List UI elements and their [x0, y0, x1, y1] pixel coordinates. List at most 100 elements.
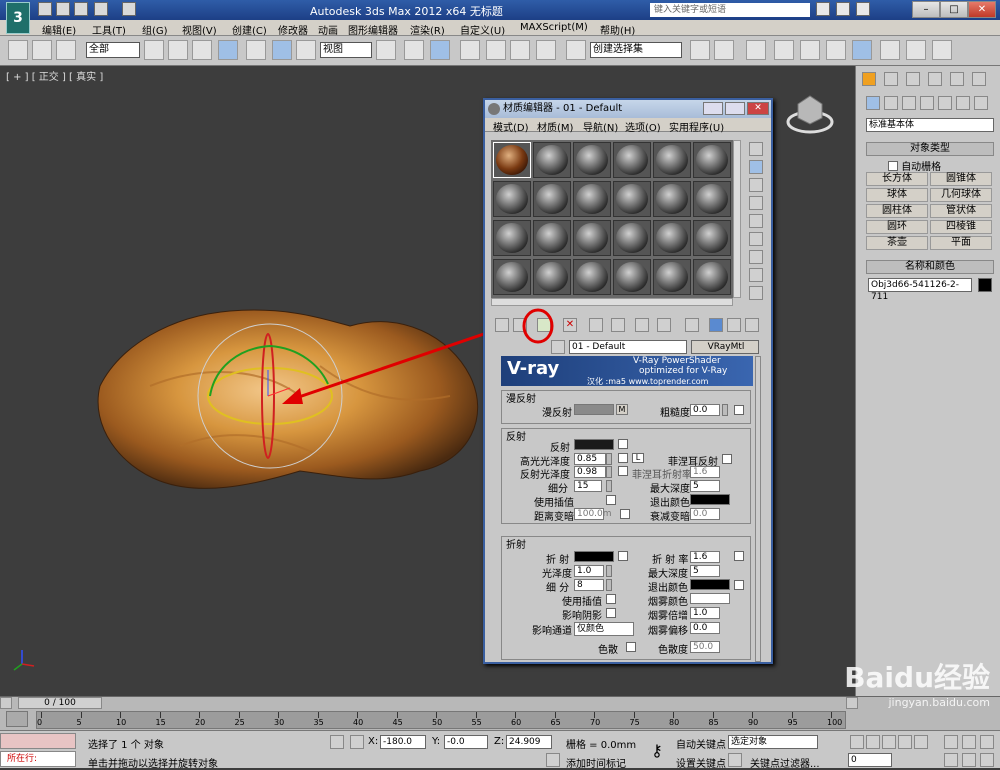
- material-sample-slot[interactable]: [493, 181, 531, 217]
- search-icon[interactable]: [816, 2, 830, 16]
- material-map-navigator-icon[interactable]: [749, 286, 763, 300]
- refl-gloss-map-button[interactable]: [618, 466, 628, 476]
- material-sample-slot[interactable]: [653, 259, 691, 295]
- rotate-icon[interactable]: [272, 40, 292, 60]
- material-sample-slot[interactable]: [693, 181, 731, 217]
- material-sample-slot[interactable]: [613, 142, 651, 178]
- create-tab-icon[interactable]: [862, 72, 876, 86]
- shapes-icon[interactable]: [884, 96, 898, 110]
- backlight-icon[interactable]: [749, 160, 763, 174]
- menu-maxscript[interactable]: MAXScript(M): [520, 22, 588, 33]
- show-end-result-icon[interactable]: [685, 318, 699, 332]
- cylinder-button[interactable]: 圆柱体: [866, 204, 928, 218]
- select-object-icon[interactable]: [144, 40, 164, 60]
- refr-use-interp-checkbox[interactable]: [606, 594, 616, 604]
- go-forward-sibling-icon[interactable]: [727, 318, 741, 332]
- previous-frame-icon[interactable]: [866, 735, 880, 749]
- move-icon[interactable]: [246, 40, 266, 60]
- menu-views[interactable]: 视图(V): [182, 22, 217, 37]
- menu-customize[interactable]: 自定义(U): [460, 22, 505, 37]
- go-to-parent-icon[interactable]: [709, 318, 723, 332]
- selection-lock-icon[interactable]: [330, 735, 344, 749]
- select-by-name-icon[interactable]: [168, 40, 188, 60]
- menu-tools[interactable]: 工具(T): [92, 22, 126, 37]
- menu-graph-editors[interactable]: 图形编辑器: [348, 22, 398, 37]
- play-icon[interactable]: [882, 735, 896, 749]
- material-sample-slot[interactable]: [493, 220, 531, 256]
- show-map-in-viewport-icon[interactable]: [657, 318, 671, 332]
- menu-help[interactable]: 帮助(H): [600, 22, 635, 37]
- name-color-header[interactable]: 名称和颜色: [866, 260, 994, 274]
- open-file-icon[interactable]: [56, 2, 70, 16]
- undo-icon[interactable]: [94, 2, 108, 16]
- material-editor-titlebar[interactable]: 材质编辑器 - 01 - Default ✕: [485, 100, 771, 118]
- abbe-field[interactable]: 50.0: [690, 641, 720, 653]
- roughness-map-button[interactable]: [734, 405, 744, 415]
- me-menu-material[interactable]: 材质(M): [537, 119, 573, 134]
- fog-multiplier-field[interactable]: 1.0: [690, 607, 720, 619]
- uv-tiling-icon[interactable]: [749, 196, 763, 210]
- autogrid-checkbox[interactable]: [888, 161, 898, 171]
- material-sample-slot[interactable]: [653, 220, 691, 256]
- new-file-icon[interactable]: [38, 2, 52, 16]
- me-menu-navigation[interactable]: 导航(N): [583, 119, 618, 134]
- curve-editor-icon[interactable]: [800, 40, 820, 60]
- params-scrollbar[interactable]: [755, 356, 761, 662]
- bind-spacewarp-icon[interactable]: [56, 40, 76, 60]
- save-file-icon[interactable]: [74, 2, 88, 16]
- dim-distance-field[interactable]: 100.0m: [574, 508, 612, 520]
- menu-group[interactable]: 组(G): [142, 22, 168, 37]
- options-icon[interactable]: [749, 250, 763, 264]
- rendered-frame-icon[interactable]: [906, 40, 926, 60]
- material-sample-slot[interactable]: [573, 259, 611, 295]
- dim-falloff-field[interactable]: 0.0: [690, 508, 720, 520]
- schematic-view-icon[interactable]: [826, 40, 846, 60]
- geosphere-button[interactable]: 几何球体: [930, 188, 992, 202]
- diffuse-map-button[interactable]: M: [616, 404, 628, 415]
- hierarchy-tab-icon[interactable]: [906, 72, 920, 86]
- material-sample-slot[interactable]: [493, 142, 531, 178]
- time-slider[interactable]: 0 / 100: [18, 697, 102, 709]
- graphite-icon[interactable]: [774, 40, 794, 60]
- tube-button[interactable]: 管状体: [930, 204, 992, 218]
- mirror-icon[interactable]: [690, 40, 710, 60]
- me-menu-utilities[interactable]: 实用程序(U): [669, 119, 724, 134]
- minimize-button[interactable]: –: [912, 1, 940, 18]
- orbit-icon[interactable]: [962, 753, 976, 767]
- background-icon[interactable]: [749, 178, 763, 192]
- unlink-icon[interactable]: [32, 40, 52, 60]
- refl-subdivs-spinner[interactable]: [606, 480, 612, 492]
- hilight-lock-button[interactable]: L: [632, 453, 644, 463]
- geometry-icon[interactable]: [866, 96, 880, 110]
- selected-object-dropdown[interactable]: 选定对象: [728, 735, 818, 749]
- pyramid-button[interactable]: 四棱锥: [930, 220, 992, 234]
- help-search-input[interactable]: 键入关键字或短语: [650, 3, 810, 17]
- material-sample-slot[interactable]: [693, 142, 731, 178]
- close-button[interactable]: ✕: [968, 1, 996, 18]
- material-sample-slot[interactable]: [653, 181, 691, 217]
- pivot-center-icon[interactable]: [376, 40, 396, 60]
- material-sample-slot[interactable]: [493, 259, 531, 295]
- menu-animation[interactable]: 动画: [318, 22, 338, 37]
- refl-max-depth-field[interactable]: 5: [690, 480, 720, 492]
- refr-gloss-spinner[interactable]: [606, 565, 612, 577]
- material-sample-slot[interactable]: [533, 259, 571, 295]
- me-close-button[interactable]: ✕: [747, 102, 769, 115]
- menu-modifiers[interactable]: 修改器: [278, 22, 308, 37]
- slider-prev-button[interactable]: [0, 697, 12, 709]
- material-sample-slot[interactable]: [693, 220, 731, 256]
- pan-icon[interactable]: [944, 753, 958, 767]
- scale-icon[interactable]: [296, 40, 316, 60]
- track-bar[interactable]: 0 5 10 15 20 25 30 35 40 45 50 55 60 65 70 75 80 85 90 95 10…: [36, 711, 846, 729]
- affect-channels-dropdown[interactable]: 仅颜色: [574, 622, 634, 636]
- zoom-icon[interactable]: [944, 735, 958, 749]
- spinner-snap-icon[interactable]: [536, 40, 556, 60]
- diffuse-color-swatch[interactable]: [574, 404, 614, 415]
- fresnel-ior-field[interactable]: 1.6: [690, 466, 720, 478]
- refract-map-button[interactable]: [618, 551, 628, 561]
- absolute-mode-icon[interactable]: [350, 735, 364, 749]
- select-by-material-icon[interactable]: [749, 268, 763, 282]
- link-icon[interactable]: [8, 40, 28, 60]
- material-sample-slot[interactable]: [533, 142, 571, 178]
- snap-3d-icon[interactable]: [460, 40, 480, 60]
